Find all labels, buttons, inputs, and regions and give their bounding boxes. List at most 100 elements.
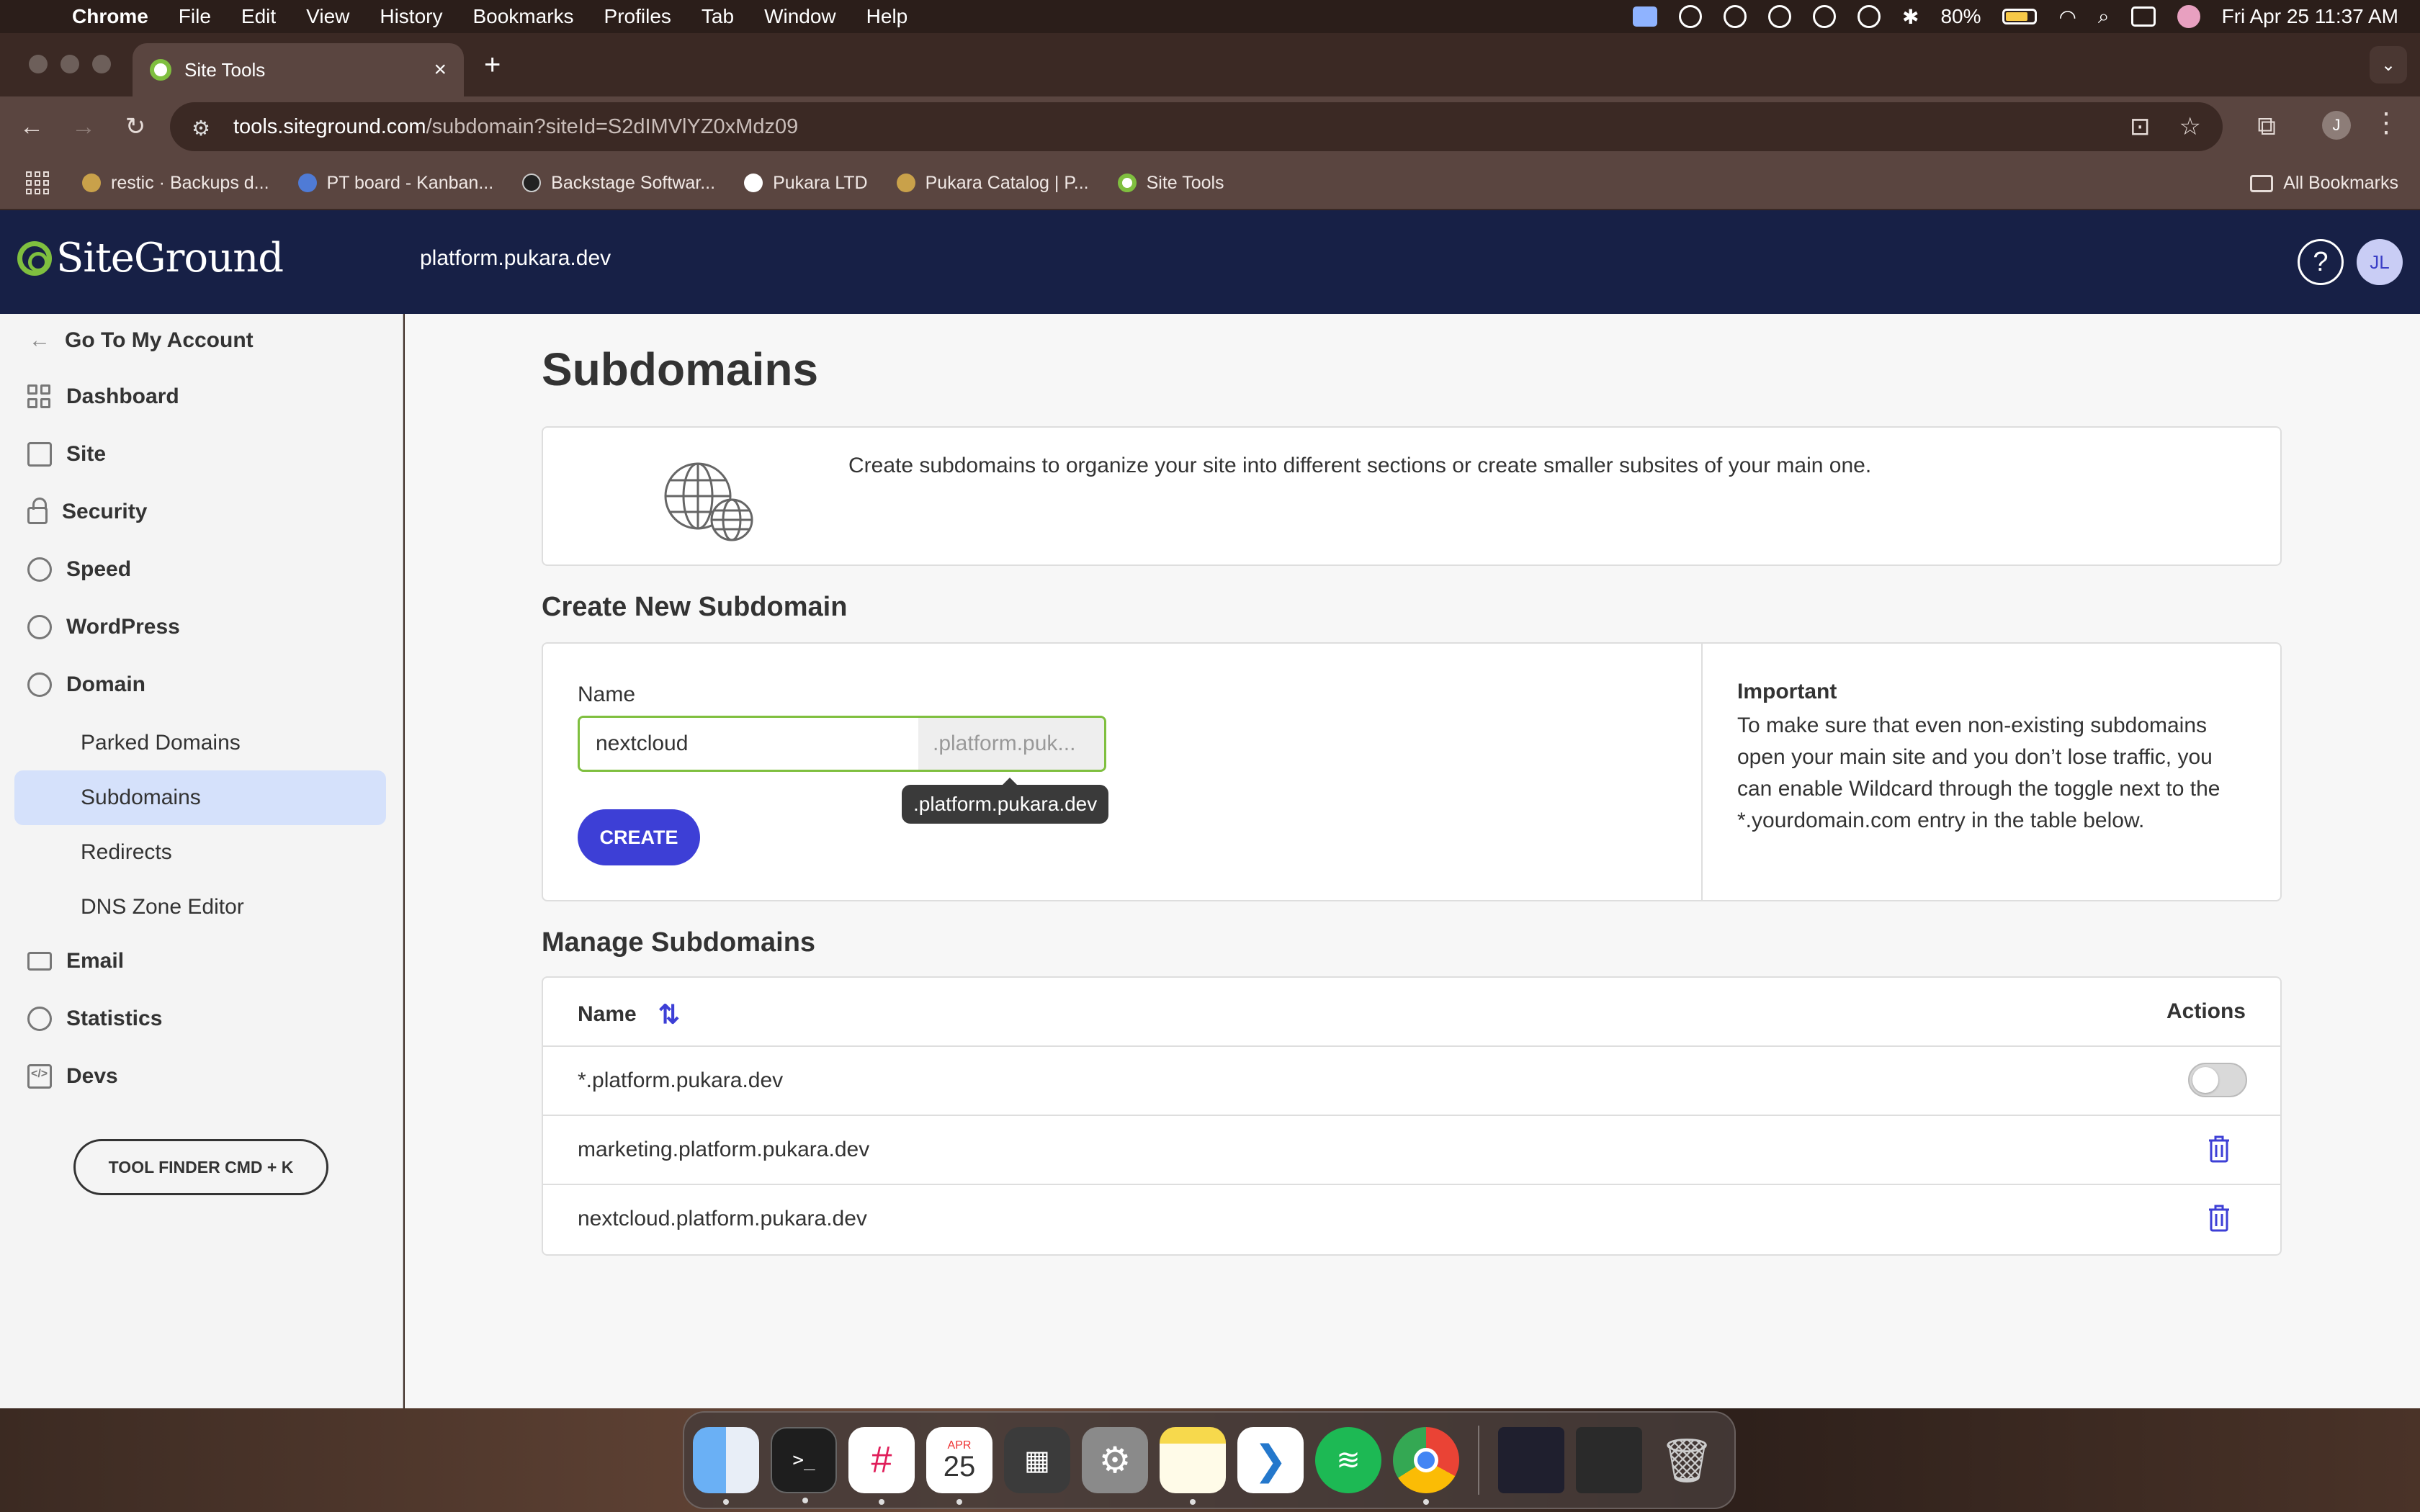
wildcard-toggle[interactable] [2188,1063,2247,1097]
wifi-icon[interactable]: ◠ [2058,5,2076,29]
bookmark-pukara-catalog[interactable]: Pukara Catalog | P... [896,173,1089,194]
close-tab-icon[interactable]: × [434,58,447,82]
help-button[interactable]: ? [2298,239,2344,285]
subdomains-table: Name ⇅ Actions *.platform.pukara.dev mar… [542,976,2282,1256]
sidebar-item-domain[interactable]: Domain [27,672,145,697]
siteground-logo[interactable]: SiteGround [17,235,284,282]
calculator-icon[interactable]: ▦ [1004,1427,1070,1493]
sidebar-item-speed[interactable]: Speed [27,557,131,582]
back-icon[interactable]: ← [6,113,58,141]
menu-tab[interactable]: Tab [702,5,734,28]
all-bookmarks[interactable]: All Bookmarks [2250,173,2398,194]
forward-icon[interactable]: → [58,113,109,141]
user-avatar[interactable]: JL [2357,239,2403,285]
menu-profiles[interactable]: Profiles [604,5,671,28]
address-bar[interactable]: ⚙ tools.siteground.com/subdomain?siteId=… [170,102,2223,151]
keyboard-icon[interactable] [1632,6,1657,27]
trash-bin-icon[interactable]: 🗑 [1654,1427,1720,1493]
sync-icon[interactable] [1767,5,1791,28]
menu-view[interactable]: View [306,5,349,28]
chrome-menu-icon[interactable]: ⋮ [2372,107,2400,139]
subdomain-name-input[interactable] [580,718,918,770]
bookmark-backstage[interactable]: Backstage Softwar... [522,173,715,194]
table-row: *.platform.pukara.dev [543,1047,2280,1116]
siri-icon[interactable] [2177,5,2200,28]
notes-icon[interactable] [1160,1427,1226,1505]
menu-bookmarks[interactable]: Bookmarks [472,5,573,28]
globe-illustration-icon [664,462,753,541]
domain-suffix-select[interactable]: .platform.puk... [918,718,1104,770]
bookmark-restic[interactable]: restic · Backups d... [82,173,269,194]
install-app-icon[interactable]: ⊡ [2130,112,2151,141]
sidebar-item-wordpress[interactable]: WordPress [27,615,180,639]
trash-icon[interactable] [2207,1204,2231,1233]
sidebar-item-site[interactable]: Site [27,442,106,467]
minimized-window-thumbnail[interactable] [1576,1427,1642,1493]
zoom-window-button[interactable] [92,55,111,73]
menu-history[interactable]: History [380,5,442,28]
site-info-icon[interactable]: ⚙ [192,116,213,140]
tab-site-tools[interactable]: Site Tools × [133,43,464,96]
play-icon[interactable] [1857,5,1881,28]
sidebar-item-dns-zone-editor[interactable]: DNS Zone Editor [14,880,386,935]
sidebar-item-subdomains[interactable]: Subdomains [14,770,386,825]
new-tab-icon[interactable]: + [484,49,501,81]
minimized-window-thumbnail[interactable] [1498,1427,1564,1493]
subdomain-name-field: .platform.puk... [578,716,1106,772]
battery-icon[interactable] [2002,9,2038,24]
slack-icon[interactable]: # [848,1427,915,1505]
close-window-button[interactable] [29,55,48,73]
clock[interactable]: Fri Apr 25 11:37 AM [2222,5,2398,28]
terminal-icon[interactable]: >_ [771,1427,837,1503]
site-domain[interactable]: platform.pukara.dev [420,246,611,271]
dashboard-icon [27,384,52,409]
sidebar-item-security[interactable]: Security [27,498,147,524]
table-row: nextcloud.platform.pukara.dev [543,1185,2280,1254]
tab-search-icon[interactable]: ⌄ [2370,46,2407,84]
menu-app-name[interactable]: Chrome [72,5,148,28]
vscode-icon[interactable]: ❯ [1237,1427,1304,1493]
status-area: ✱ 80% ◠ ⌕ Fri Apr 25 11:37 AM [1632,5,2398,29]
bookmark-pukara-ltd[interactable]: Pukara LTD [744,173,868,194]
profile-avatar[interactable]: J [2322,111,2351,140]
calendar-icon[interactable]: APR 25 [926,1427,992,1505]
spotlight-icon[interactable]: ⌕ [2098,5,2110,29]
spotify-icon[interactable]: ≋ [1315,1427,1381,1493]
sidebar-item-parked-domains[interactable]: Parked Domains [14,716,386,770]
sidebar-item-redirects[interactable]: Redirects [14,825,386,880]
sort-icon[interactable]: ⇅ [658,999,680,1030]
menu-file[interactable]: File [179,5,211,28]
tool-finder-button[interactable]: TOOL FINDER CMD + K [73,1139,328,1195]
apps-grid-icon[interactable] [26,171,49,194]
finder-icon[interactable] [693,1427,759,1505]
minimize-window-button[interactable] [60,55,79,73]
url-text[interactable]: tools.siteground.com/subdomain?siteId=S2… [233,115,798,139]
sidebar-item-statistics[interactable]: Statistics [27,1007,162,1031]
menu-help[interactable]: Help [866,5,908,28]
important-title: Important [1737,680,1837,703]
trash-icon[interactable] [2207,1135,2231,1164]
code-icon [27,1064,52,1089]
sidebar-item-email[interactable]: Email [27,949,124,973]
chrome-icon[interactable] [1393,1427,1459,1505]
menu-edit[interactable]: Edit [241,5,276,28]
bookmark-pt-board[interactable]: PT board - Kanban... [297,173,493,194]
name-column-header[interactable]: Name ⇅ [578,999,680,1030]
sidebar-item-dashboard[interactable]: Dashboard [27,384,179,409]
bookmark-star-icon[interactable]: ☆ [2179,112,2201,141]
sidebar-item-devs[interactable]: Devs [27,1064,118,1089]
control-center-icon[interactable] [2130,6,2156,27]
menu-window[interactable]: Window [764,5,836,28]
create-button[interactable]: CREATE [578,809,700,865]
siteground-swirl-icon [17,240,52,276]
go-to-my-account-link[interactable]: ← Go To My Account [29,328,254,353]
reload-icon[interactable]: ↻ [109,112,161,141]
vpn-icon[interactable] [1812,5,1836,28]
extensions-icon[interactable]: ⧉ [2257,111,2276,142]
system-settings-icon[interactable]: ⚙ [1082,1427,1148,1493]
lock-icon [27,498,48,524]
bluetooth-icon[interactable]: ✱ [1902,5,1919,29]
bookmark-site-tools[interactable]: Site Tools [1117,173,1224,194]
grammarly-icon[interactable] [1723,5,1747,28]
password-manager-icon[interactable] [1678,5,1702,28]
